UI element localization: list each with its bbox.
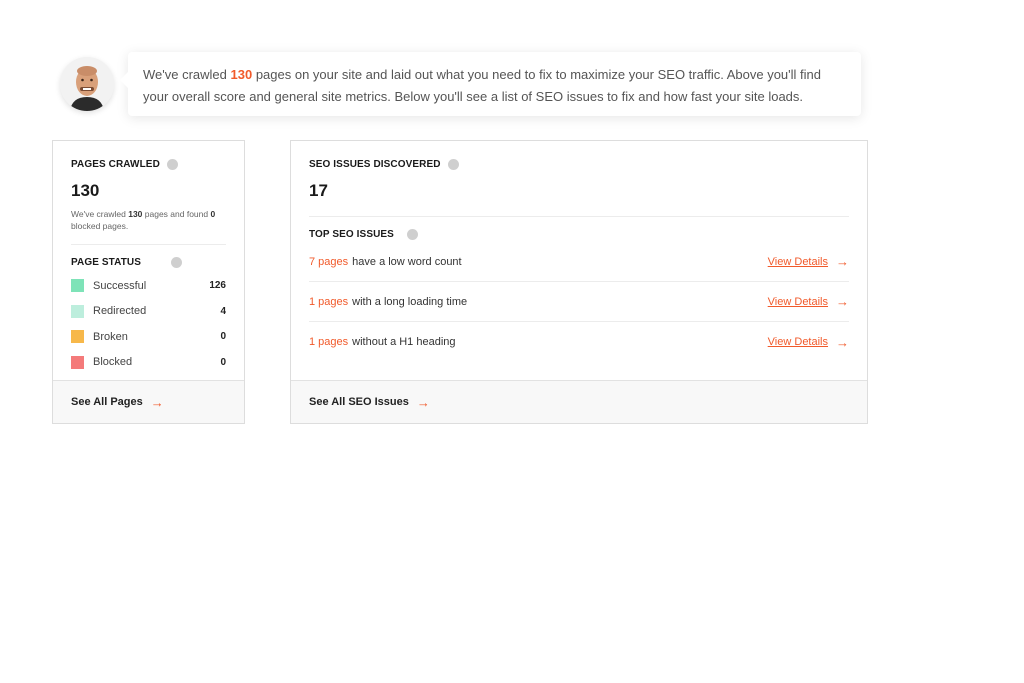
intro-page-count: 130 <box>230 67 253 82</box>
see-all-seo-issues-label: See All SEO Issues <box>309 396 409 408</box>
status-swatch <box>71 355 84 369</box>
view-details-link[interactable]: View Details <box>768 256 828 268</box>
seo-issues-card: SEO ISSUES DISCOVERED 17 TOP SEO ISSUES … <box>290 140 868 424</box>
desc-crawled-count: 130 <box>128 209 143 219</box>
issue-pages-count: 1 pages <box>309 336 349 348</box>
arrow-right-icon[interactable]: → <box>836 335 849 350</box>
page-status-list: Successful 126 Redirected 4 Broken 0 Blo… <box>71 273 226 375</box>
page-status-heading: PAGE STATUS <box>71 256 226 268</box>
seo-issue-row: 1 pages without a H1 heading View Detail… <box>309 322 849 362</box>
seo-issue-row: 7 pages have a low word count View Detai… <box>309 242 849 282</box>
desc-blocked-count: 0 <box>210 209 216 219</box>
issue-pages-count: 1 pages <box>309 295 349 308</box>
status-row-broken: Broken 0 <box>71 324 226 350</box>
pages-crawled-count: 130 <box>71 181 100 200</box>
pages-crawled-heading: PAGES CRAWLED <box>71 158 226 170</box>
seo-issue-row: 1 pages with a long loading time View De… <box>309 282 849 322</box>
seo-issues-heading: SEO ISSUES DISCOVERED <box>309 158 849 170</box>
status-row-blocked: Blocked 0 <box>71 350 226 376</box>
see-all-pages-link[interactable]: See All Pages → <box>53 380 244 423</box>
info-icon[interactable] <box>166 158 178 170</box>
arrow-right-icon[interactable]: → <box>836 294 849 309</box>
avatar <box>60 57 114 111</box>
status-swatch <box>71 304 84 318</box>
arrow-right-icon: → <box>416 394 430 410</box>
desc-part: pages and found <box>142 209 211 219</box>
see-all-seo-issues-link[interactable]: See All SEO Issues → <box>291 380 867 423</box>
seo-issues-count: 17 <box>309 181 328 200</box>
seo-issues-title: SEO ISSUES DISCOVERED <box>309 158 441 170</box>
status-swatch <box>71 330 84 344</box>
seo-issue-list: 7 pages have a low word count View Detai… <box>309 242 849 362</box>
desc-part: blocked pages. <box>71 221 129 231</box>
issue-text: have a low word count <box>352 255 462 268</box>
desc-part: We've crawled <box>71 209 129 219</box>
view-details-link[interactable]: View Details <box>768 296 828 308</box>
status-label: Broken <box>93 330 128 343</box>
divider <box>71 244 226 245</box>
info-icon[interactable] <box>406 228 418 240</box>
view-details-link[interactable]: View Details <box>768 336 828 348</box>
page-status-title: PAGE STATUS <box>71 256 141 268</box>
top-seo-issues-title: TOP SEO ISSUES <box>309 228 394 240</box>
arrow-right-icon: → <box>150 394 164 410</box>
status-row-redirected: Redirected 4 <box>71 299 226 325</box>
info-icon[interactable] <box>171 256 182 268</box>
status-count: 4 <box>220 305 226 317</box>
top-seo-issues-heading: TOP SEO ISSUES <box>309 228 849 240</box>
status-count: 0 <box>220 331 226 343</box>
issue-pages-count: 7 pages <box>309 255 349 268</box>
see-all-pages-label: See All Pages <box>71 396 143 408</box>
status-row-successful: Successful 126 <box>71 273 226 299</box>
issue-text: without a H1 heading <box>352 336 456 348</box>
pages-crawled-card: PAGES CRAWLED 130 We've crawled 130 page… <box>52 140 245 424</box>
pages-crawled-description: We've crawled 130 pages and found 0 bloc… <box>71 208 226 232</box>
status-swatch <box>71 279 84 293</box>
status-count: 0 <box>220 356 226 368</box>
status-count: 126 <box>209 280 226 292</box>
pages-crawled-title: PAGES CRAWLED <box>71 158 160 170</box>
status-label: Redirected <box>93 305 147 318</box>
intro-text-before: We've crawled <box>143 67 231 82</box>
status-label: Blocked <box>93 356 133 369</box>
status-label: Successful <box>93 279 147 292</box>
divider <box>309 216 849 217</box>
info-icon[interactable] <box>447 158 459 170</box>
intro-message: We've crawled 130 pages on your site and… <box>120 52 861 116</box>
issue-text: with a long loading time <box>352 295 468 308</box>
arrow-right-icon[interactable]: → <box>836 254 849 269</box>
